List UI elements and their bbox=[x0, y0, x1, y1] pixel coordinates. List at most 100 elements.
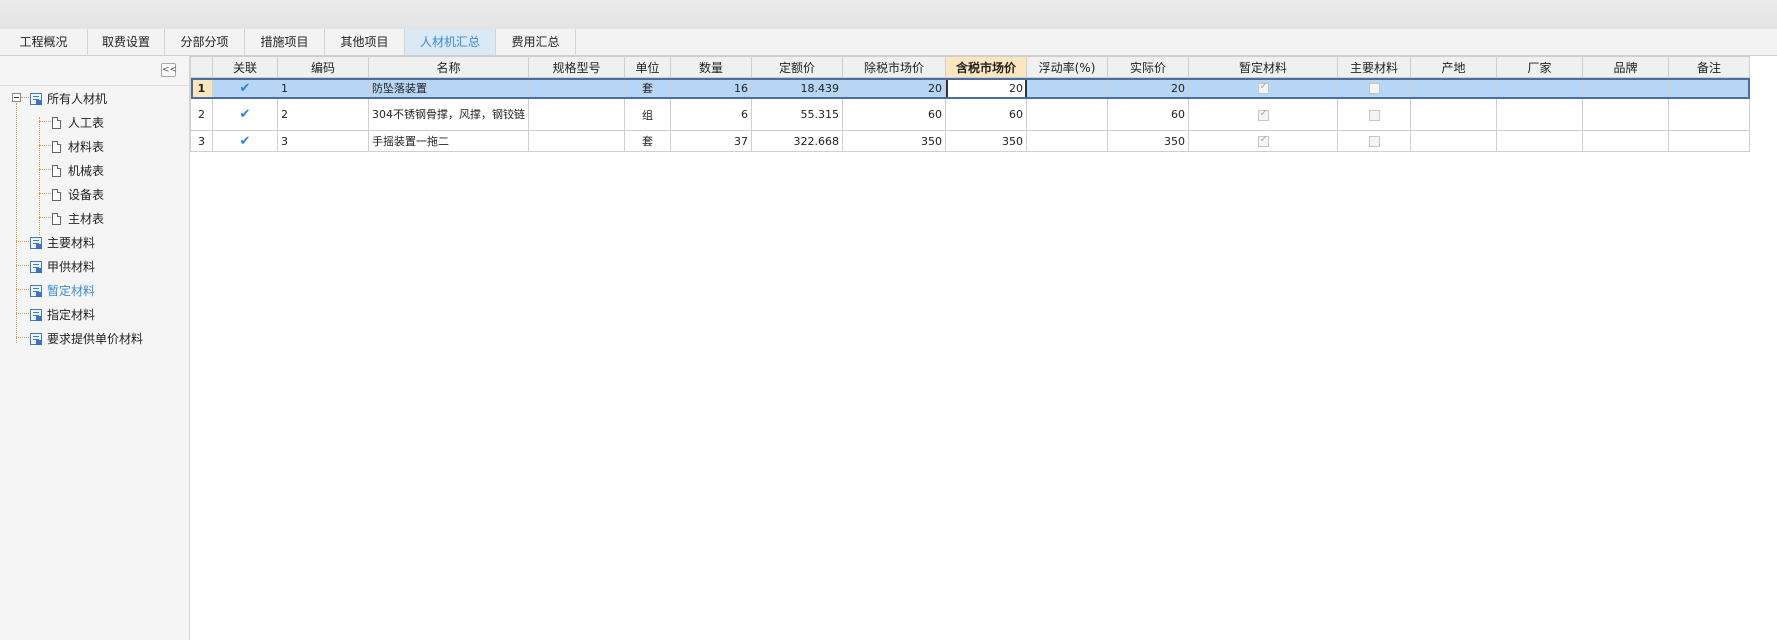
quota-price-cell[interactable]: 18.439 bbox=[751, 77, 843, 99]
tab-measures[interactable]: 措施项目 bbox=[245, 29, 325, 55]
float-rate-cell[interactable] bbox=[1026, 130, 1108, 152]
column-header[interactable]: 品牌 bbox=[1582, 56, 1669, 78]
tree-collapse-toggle[interactable] bbox=[12, 93, 21, 102]
tree-node-provisional-materials[interactable]: 暂定材料 bbox=[30, 281, 95, 301]
column-header-active[interactable]: 含税市场价 bbox=[945, 56, 1027, 78]
tab-project-overview[interactable]: 工程概况 bbox=[0, 29, 88, 55]
linked-cell[interactable]: ✔ bbox=[212, 77, 278, 99]
incl-tax-price-cell[interactable]: 350 bbox=[945, 130, 1027, 152]
float-rate-cell[interactable] bbox=[1026, 77, 1108, 99]
tree-node-material-table[interactable]: 材料表 bbox=[52, 137, 104, 157]
column-header[interactable]: 除税市场价 bbox=[842, 56, 946, 78]
quota-price-cell[interactable]: 55.315 bbox=[751, 98, 843, 131]
actual-price-cell[interactable]: 350 bbox=[1107, 130, 1189, 152]
table-row[interactable]: 1 ✔ 1 防坠落装置 套 16 18.439 20 20 20 bbox=[190, 77, 1750, 99]
tree-node-owner-supplied[interactable]: 甲供材料 bbox=[30, 257, 95, 277]
tab-other-items[interactable]: 其他项目 bbox=[325, 29, 405, 55]
spec-cell[interactable] bbox=[528, 98, 625, 131]
tree-node-machinery-table[interactable]: 机械表 bbox=[52, 161, 104, 181]
tab-labor-material-summary[interactable]: 人材机汇总 bbox=[405, 29, 496, 55]
manufacturer-cell[interactable] bbox=[1496, 130, 1583, 152]
row-number[interactable]: 2 bbox=[190, 98, 213, 131]
column-header[interactable]: 实际价 bbox=[1107, 56, 1189, 78]
column-header[interactable]: 关联 bbox=[212, 56, 278, 78]
table-row[interactable]: 3 ✔ 3 手摇装置一拖二 套 37 322.668 350 350 350 bbox=[190, 130, 1750, 152]
provisional-cell[interactable] bbox=[1188, 77, 1338, 99]
unit-cell[interactable]: 套 bbox=[624, 130, 671, 152]
quantity-cell[interactable]: 16 bbox=[670, 77, 752, 99]
row-number[interactable]: 1 bbox=[190, 77, 213, 99]
tree-node-unit-price-required[interactable]: 要求提供单价材料 bbox=[30, 329, 143, 349]
brand-cell[interactable] bbox=[1582, 77, 1669, 99]
remark-cell[interactable] bbox=[1668, 98, 1750, 131]
column-header[interactable]: 主要材料 bbox=[1337, 56, 1411, 78]
tab-sub-items[interactable]: 分部分项 bbox=[165, 29, 245, 55]
origin-cell[interactable] bbox=[1410, 98, 1497, 131]
quantity-cell[interactable]: 37 bbox=[670, 130, 752, 152]
name-cell[interactable]: 304不锈钢骨撑，风撑，钢铰链 bbox=[368, 98, 529, 131]
main-material-cell[interactable] bbox=[1337, 77, 1411, 99]
remark-cell[interactable] bbox=[1668, 130, 1750, 152]
tree-node-equipment-table[interactable]: 设备表 bbox=[52, 185, 104, 205]
incl-tax-price-input[interactable]: 20 bbox=[945, 77, 1027, 99]
tree-node-all-materials[interactable]: 所有人材机 bbox=[30, 89, 107, 109]
tree-node-labor-table[interactable]: 人工表 bbox=[52, 113, 104, 133]
spec-cell[interactable] bbox=[528, 130, 625, 152]
code-cell[interactable]: 3 bbox=[277, 130, 369, 152]
unit-cell[interactable]: 套 bbox=[624, 77, 671, 99]
column-header[interactable]: 数量 bbox=[670, 56, 752, 78]
unit-cell[interactable]: 组 bbox=[624, 98, 671, 131]
column-header[interactable]: 编码 bbox=[277, 56, 369, 78]
code-cell[interactable]: 1 bbox=[277, 77, 369, 99]
provisional-checkbox[interactable] bbox=[1257, 81, 1269, 94]
incl-tax-price-cell[interactable]: 60 bbox=[945, 98, 1027, 131]
column-header[interactable]: 单位 bbox=[624, 56, 671, 78]
main-material-cell[interactable] bbox=[1337, 130, 1411, 152]
name-cell[interactable]: 手摇装置一拖二 bbox=[368, 130, 529, 152]
column-header[interactable]: 备注 bbox=[1668, 56, 1750, 78]
column-header[interactable]: 规格型号 bbox=[528, 56, 625, 78]
linked-cell[interactable]: ✔ bbox=[212, 130, 278, 152]
provisional-checkbox[interactable] bbox=[1257, 108, 1269, 121]
origin-cell[interactable] bbox=[1410, 77, 1497, 99]
float-rate-cell[interactable] bbox=[1026, 98, 1108, 131]
main-material-cell[interactable] bbox=[1337, 98, 1411, 131]
tab-fee-settings[interactable]: 取费设置 bbox=[88, 29, 165, 55]
name-cell[interactable]: 防坠落装置 bbox=[368, 77, 529, 99]
main-material-checkbox[interactable] bbox=[1368, 83, 1380, 94]
quantity-cell[interactable]: 6 bbox=[670, 98, 752, 131]
column-header[interactable]: 厂家 bbox=[1496, 56, 1583, 78]
provisional-cell[interactable] bbox=[1188, 130, 1338, 152]
tree-node-main-material-table[interactable]: 主材表 bbox=[52, 209, 104, 229]
provisional-checkbox[interactable] bbox=[1257, 134, 1269, 147]
spec-cell[interactable] bbox=[528, 77, 625, 99]
actual-price-cell[interactable]: 60 bbox=[1107, 98, 1189, 131]
brand-cell[interactable] bbox=[1582, 130, 1669, 152]
code-cell[interactable]: 2 bbox=[277, 98, 369, 131]
main-material-checkbox[interactable] bbox=[1368, 109, 1380, 121]
tab-cost-summary[interactable]: 费用汇总 bbox=[496, 29, 576, 55]
table-row[interactable]: 2 ✔ 2 304不锈钢骨撑，风撑，钢铰链 组 6 55.315 60 60 6… bbox=[190, 98, 1750, 131]
quota-price-cell[interactable]: 322.668 bbox=[751, 130, 843, 152]
column-header[interactable]: 暂定材料 bbox=[1188, 56, 1338, 78]
row-number-header[interactable] bbox=[190, 56, 213, 78]
column-header[interactable]: 产地 bbox=[1410, 56, 1497, 78]
tree-node-main-materials[interactable]: 主要材料 bbox=[30, 233, 95, 253]
manufacturer-cell[interactable] bbox=[1496, 77, 1583, 99]
brand-cell[interactable] bbox=[1582, 98, 1669, 131]
actual-price-cell[interactable]: 20 bbox=[1107, 77, 1189, 99]
collapse-sidebar-button[interactable]: << bbox=[161, 63, 177, 77]
main-material-checkbox[interactable] bbox=[1368, 136, 1380, 147]
ex-tax-price-cell[interactable]: 20 bbox=[842, 77, 946, 99]
ex-tax-price-cell[interactable]: 60 bbox=[842, 98, 946, 131]
origin-cell[interactable] bbox=[1410, 130, 1497, 152]
provisional-cell[interactable] bbox=[1188, 98, 1338, 131]
row-number[interactable]: 3 bbox=[190, 130, 213, 152]
linked-cell[interactable]: ✔ bbox=[212, 98, 278, 131]
remark-cell[interactable] bbox=[1668, 77, 1750, 99]
ex-tax-price-cell[interactable]: 350 bbox=[842, 130, 946, 152]
column-header[interactable]: 名称 bbox=[368, 56, 529, 78]
column-header[interactable]: 定额价 bbox=[751, 56, 843, 78]
column-header[interactable]: 浮动率(%) bbox=[1026, 56, 1108, 78]
tree-node-designated-materials[interactable]: 指定材料 bbox=[30, 305, 95, 325]
